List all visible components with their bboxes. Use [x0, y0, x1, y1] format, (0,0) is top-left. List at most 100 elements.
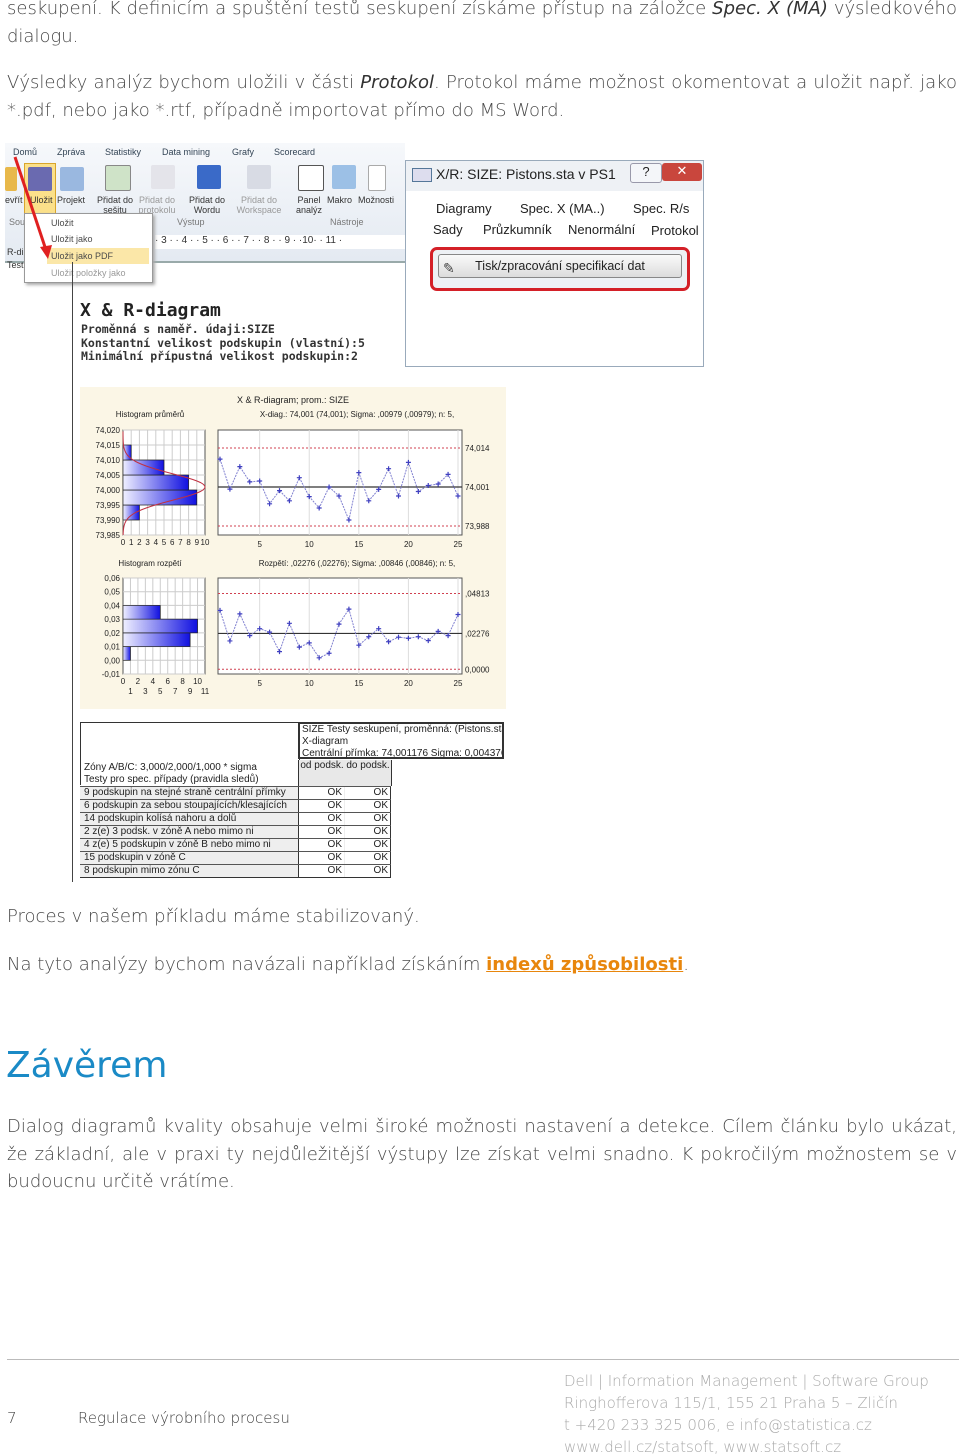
histogram-bar [122, 646, 131, 661]
from-value: OK [298, 813, 344, 825]
footer-divider [7, 1359, 959, 1360]
conclusion-paragraph: Dialog diagramů kvality obsahuje velmi š… [7, 1116, 957, 1192]
to-value: OK [345, 800, 391, 812]
footer-contact: t +420 233 325 006, e info@statistica.cz [564, 1416, 872, 1434]
x-tick-label: 10 [201, 538, 210, 547]
analysis-panel-button[interactable]: Panel analýz [292, 195, 326, 215]
x-tick-label: 3 [143, 687, 148, 696]
histogram-bar [122, 632, 191, 647]
help-button[interactable]: ? [630, 163, 662, 183]
x-tick-label: 25 [454, 540, 463, 549]
text: Na tyto analýzy bychom navázali napříkla… [7, 954, 487, 975]
add-to-workspace-button[interactable]: Přidat do Workspace [233, 195, 285, 215]
tab-protocol[interactable]: Protokol [651, 223, 699, 238]
from-value: OK [298, 800, 344, 812]
y-tick-label: 0,06 [104, 574, 120, 583]
y-tick-label: 0,04 [104, 601, 120, 610]
tab-sets[interactable]: Sady [433, 222, 463, 237]
x-tick-label: 6 [166, 677, 171, 686]
macro-icon [332, 165, 356, 189]
to-value: OK [345, 813, 391, 825]
rule-label: 4 z(e) 5 podskupin v zóně B nebo mimo ni [84, 839, 271, 850]
intro-paragraph-1: seskupení. K definicím a spuštění testů … [7, 0, 957, 50]
tab-spec-rs[interactable]: Spec. R/s [633, 201, 689, 216]
table-row: 2 z(e) 3 podsk. v zóně A nebo mimo ni OK… [80, 825, 391, 838]
table-row: 6 podskupin za sebou stoupajících/klesaj… [80, 799, 391, 812]
control-chart-plot-area [217, 577, 463, 675]
print-spec-button[interactable]: ✎ Tisk/zpracování specifikací dat [438, 254, 682, 278]
x-tick-label: 10 [305, 679, 314, 688]
zones-label: Zóny A/B/C: 3,000/2,000/1,000 * sigma [84, 762, 257, 773]
capability-link[interactable]: indexů způsobilosti [486, 954, 683, 975]
print-spec-label: Tisk/zpracování specifikací dat [475, 259, 645, 273]
macro-button[interactable]: Makro [327, 195, 352, 205]
footer-company: Dell | Information Management | Software… [564, 1372, 929, 1390]
tab-explorer[interactable]: Průzkumník [483, 222, 552, 237]
tab-data-mining[interactable]: Data mining [162, 147, 210, 157]
tab-scorecard[interactable]: Scorecard [274, 147, 315, 157]
menu-item-save-as-pdf[interactable]: Uložit jako PDF [47, 248, 149, 264]
y-tick-label: 74,020 [96, 426, 121, 435]
to-value: OK [345, 826, 391, 838]
add-to-workbook-icon [105, 165, 131, 191]
tab-graphs[interactable]: Grafy [232, 147, 254, 157]
x-tick-label: 11 [201, 687, 210, 696]
project-button[interactable]: Projekt [57, 195, 85, 205]
y-tick-label: 74,010 [96, 456, 121, 465]
add-to-report-button[interactable]: Přidat do protokolu [135, 195, 179, 215]
x-tick-label: 7 [173, 687, 178, 696]
tab-non-normal[interactable]: Nenormální [568, 222, 635, 237]
report-line: Minimální přípustná velikost podskupin:2 [81, 349, 358, 363]
x-tick-label: 15 [354, 540, 363, 549]
tab-spec-x[interactable]: Spec. X (MA..) [520, 201, 605, 216]
ruler: · 3 · · 4 · · 5 · · 6 · · 7 · · 8 · · 9 … [155, 235, 405, 249]
chart-title: X & R-diagram; prom.: SIZE [237, 395, 349, 405]
col-from: od podsk. [298, 760, 345, 786]
menu-item-save-items-as[interactable]: Uložit položky jako [51, 265, 149, 281]
workspace-icon [247, 165, 271, 189]
x-tick-label: 20 [404, 679, 413, 688]
histogram-bar [122, 504, 140, 521]
menu-item-save[interactable]: Uložit [51, 215, 149, 231]
x-tick-label: 2 [137, 538, 142, 547]
x-tick-label: 8 [186, 538, 191, 547]
after-paragraph-1: Proces v našem příkladu máme stabilizova… [7, 906, 420, 927]
from-value: OK [298, 839, 344, 851]
menu-item-save-as[interactable]: Uložit jako [51, 231, 149, 247]
add-to-workbook-button[interactable]: Přidat do sešitu [95, 195, 135, 215]
histogram-bar [122, 618, 198, 634]
x-tick-label: 20 [404, 540, 413, 549]
add-to-word-button[interactable]: Přidat do Wordu [183, 195, 231, 215]
margin-line [72, 262, 73, 882]
y-tick-label: 74,015 [96, 441, 121, 450]
x-tick-label: 6 [170, 538, 175, 547]
section-heading: Závěrem [6, 1045, 168, 1086]
rule-label: 6 podskupin za sebou stoupajících/klesaj… [84, 800, 287, 811]
x-tick-label: 9 [188, 687, 193, 696]
hist-range-title: Histogram rozpětí [118, 559, 182, 568]
from-value: OK [298, 826, 344, 838]
tab-report[interactable]: Zpráva [57, 147, 85, 157]
page-number: 7 [7, 1409, 17, 1427]
close-button[interactable]: ✕ [662, 163, 702, 181]
tab-statistics[interactable]: Statistiky [105, 147, 141, 157]
x-tick-label: 5 [162, 538, 167, 547]
xr-chart-panel: X & R-diagram; prom.: SIZE Histogram prům… [80, 387, 506, 709]
text: . [683, 954, 689, 975]
group-label-tools: Nástroje [330, 217, 364, 227]
tab-diagrams[interactable]: Diagramy [436, 201, 492, 216]
rule-label: 8 podskupin mimo zónu C [84, 865, 200, 876]
x-tick-label: 10 [305, 540, 314, 549]
tests-label: Testy pro spec. případy (pravidla sledů) [84, 774, 259, 785]
table-zones: Zóny A/B/C: 3,000/2,000/1,000 * sigma Tes… [84, 762, 259, 786]
x-tick-label: 5 [158, 687, 163, 696]
options-icon [368, 165, 386, 191]
text: seskupení. K definicím a spuštění testů … [7, 0, 713, 19]
emphasis: Spec. X (MA) [712, 0, 828, 19]
table-bottom-border [80, 877, 391, 878]
limit-label: 0,0000 [465, 665, 490, 674]
options-button[interactable]: Možnosti [358, 195, 394, 205]
histogram-bar [122, 459, 165, 476]
x-tick-label: 8 [180, 677, 185, 686]
x-tick-label: 4 [154, 538, 159, 547]
